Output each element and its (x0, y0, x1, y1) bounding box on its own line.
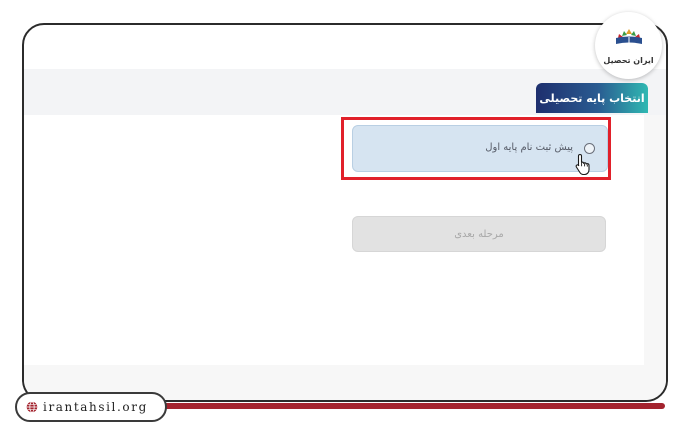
next-step-label: مرحله بعدی (454, 228, 504, 240)
logo-text: ایران تحصیل (603, 56, 654, 65)
website-url: irantahsil.org (43, 400, 148, 414)
book-logo-icon (616, 29, 642, 44)
website-badge[interactable]: irantahsil.org (15, 392, 167, 422)
globe-icon (26, 401, 38, 413)
tab-select-grade[interactable]: انتخاب پایه تحصیلی (536, 83, 648, 113)
next-step-button[interactable]: مرحله بعدی (352, 216, 606, 252)
brand-logo: ایران تحصیل (595, 12, 662, 79)
option-label: پیش ثبت نام پایه اول (485, 142, 573, 153)
side-strip (644, 115, 666, 365)
accent-bar (150, 403, 665, 409)
tab-label: انتخاب پایه تحصیلی (539, 91, 645, 105)
option-preregister-grade-one[interactable]: پیش ثبت نام پایه اول (352, 125, 608, 175)
browser-frame: انتخاب پایه تحصیلی (22, 23, 668, 402)
hand-cursor-icon (575, 153, 590, 175)
